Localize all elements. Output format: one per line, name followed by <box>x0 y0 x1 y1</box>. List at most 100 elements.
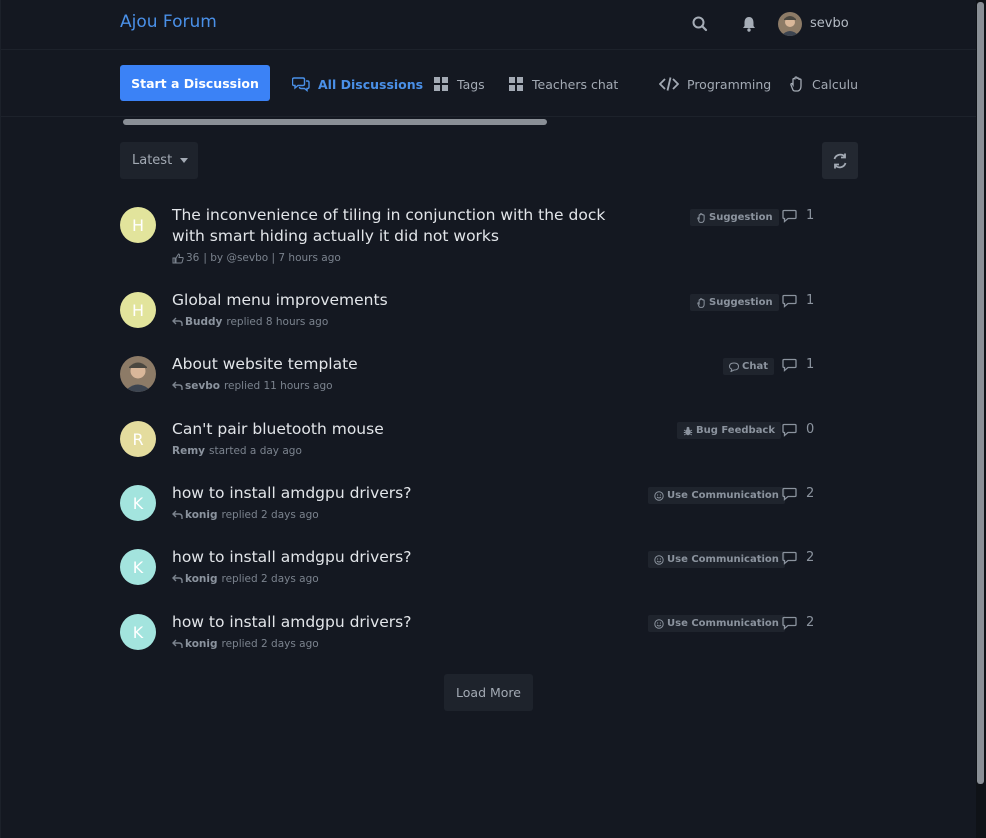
reply-count: 2 <box>782 486 814 501</box>
load-more-button[interactable]: Load More <box>444 674 533 711</box>
tag-badge[interactable]: Bug Feedback <box>677 422 782 439</box>
avatar-photo <box>120 356 156 392</box>
tag-label: Use Communication <box>667 554 779 565</box>
reply-count-value: 2 <box>806 486 815 501</box>
reply-count-value: 2 <box>806 550 815 565</box>
avatar[interactable]: K <box>120 614 156 650</box>
reply-count-value: 2 <box>806 615 815 630</box>
thumbs-up-icon <box>172 252 184 263</box>
reply-icon <box>172 639 183 648</box>
comment-icon <box>782 294 797 308</box>
meta-text: started a day ago <box>209 445 302 457</box>
discussion-meta: Remy started a day ago <box>172 445 302 457</box>
username-label[interactable]: sevbo <box>810 16 849 31</box>
discussion-row[interactable]: H The inconvenience of tiling in conjunc… <box>120 204 820 268</box>
vertical-scrollbar[interactable] <box>977 2 984 784</box>
nav-overflow-area: Programming Calculus <box>641 50 858 117</box>
discussion-title[interactable]: how to install amdgpu drivers? <box>172 483 632 504</box>
nav-item-programming[interactable]: Programming <box>659 74 771 94</box>
smile-icon <box>654 618 664 629</box>
discussion-row[interactable]: K how to install amdgpu drivers? konig r… <box>120 611 820 655</box>
discussion-title[interactable]: Global menu improvements <box>172 290 632 311</box>
discussion-title[interactable]: About website template <box>172 354 632 375</box>
nav-label-all-discussions: All Discussions <box>318 76 424 92</box>
smile-icon <box>654 554 664 565</box>
reply-count: 2 <box>782 550 814 565</box>
comment-icon <box>782 209 797 223</box>
meta-text: replied 2 days ago <box>221 573 319 585</box>
meta-text: replied 2 days ago <box>221 638 319 650</box>
discussion-title[interactable]: The inconvenience of tiling in conjuncti… <box>172 205 632 247</box>
tag-label: Use Communication <box>667 618 779 629</box>
avatar[interactable]: K <box>120 549 156 585</box>
nav-item-calculus[interactable]: Calculus <box>788 74 858 94</box>
reply-count: 1 <box>782 208 814 223</box>
caret-down-icon <box>180 158 189 163</box>
tag-badge[interactable]: Suggestion <box>690 294 779 311</box>
meta-text: replied 11 hours ago <box>223 380 333 392</box>
forum-brand[interactable]: Ajou Forum <box>120 12 217 32</box>
refresh-icon <box>833 153 847 168</box>
avatar[interactable]: H <box>120 207 156 243</box>
meta-user[interactable]: konig <box>185 509 218 521</box>
avatar[interactable]: K <box>120 485 156 521</box>
bell-icon[interactable] <box>740 15 758 33</box>
reply-count-value: 1 <box>806 208 815 223</box>
sort-dropdown[interactable]: Latest <box>120 142 198 179</box>
smile-icon <box>654 490 664 501</box>
comment-icon <box>782 551 797 565</box>
discussion-title[interactable]: how to install amdgpu drivers? <box>172 612 632 633</box>
nav-bar: Start a Discussion All Discussions Tags … <box>1 50 977 117</box>
avatar[interactable] <box>120 356 156 392</box>
nav-item-teachers-chat[interactable]: Teachers chat <box>508 74 618 94</box>
reply-icon <box>172 381 183 390</box>
reply-count: 1 <box>782 293 814 308</box>
discussion-row[interactable]: K how to install amdgpu drivers? konig r… <box>120 546 820 590</box>
meta-text: | by @sevbo | 7 hours ago <box>203 252 341 264</box>
meta-user[interactable]: sevbo <box>185 380 220 392</box>
discussion-row[interactable]: H Global menu improvements Buddy replied… <box>120 289 820 333</box>
nav-label-tags: Tags <box>457 76 485 92</box>
tag-label: Bug Feedback <box>696 425 776 436</box>
reply-count-value: 0 <box>806 422 815 437</box>
discussion-row[interactable]: K how to install amdgpu drivers? konig r… <box>120 482 820 526</box>
tag-badge[interactable]: Use Communication <box>648 487 785 504</box>
user-avatar[interactable] <box>778 12 802 36</box>
nav-horizontal-scrollbar[interactable] <box>123 119 547 125</box>
nav-item-tags[interactable]: Tags <box>433 74 485 94</box>
hand-icon <box>697 297 705 308</box>
discussion-row[interactable]: About website template sevbo replied 11 … <box>120 353 820 397</box>
reply-count-value: 1 <box>806 293 815 308</box>
tag-badge[interactable]: Suggestion <box>690 209 779 226</box>
tag-badge[interactable]: Use Communication <box>648 551 785 568</box>
tag-badge[interactable]: Chat <box>723 358 774 375</box>
discussion-title[interactable]: Can't pair bluetooth mouse <box>172 419 632 440</box>
nav-label-calculus: Calculus <box>812 76 858 92</box>
discussion-meta: konig replied 2 days ago <box>172 509 319 521</box>
comments-icon <box>292 77 310 92</box>
likes-count: 36 <box>186 252 200 264</box>
nav-label-teachers-chat: Teachers chat <box>532 76 619 92</box>
tag-label: Use Communication <box>667 490 779 501</box>
refresh-button[interactable] <box>822 142 858 179</box>
search-icon[interactable] <box>691 15 709 33</box>
nav-item-all-discussions[interactable]: All Discussions <box>292 74 423 94</box>
reply-count: 1 <box>782 357 814 372</box>
tag-badge[interactable]: Use Communication <box>648 615 785 632</box>
meta-user[interactable]: konig <box>185 638 218 650</box>
discussion-row[interactable]: R Can't pair bluetooth mouse Remy starte… <box>120 418 820 462</box>
meta-text: replied 2 days ago <box>221 509 319 521</box>
bug-icon <box>683 426 693 435</box>
meta-user[interactable]: Remy <box>172 445 205 457</box>
hand-icon <box>697 212 705 223</box>
start-discussion-button[interactable]: Start a Discussion <box>120 65 270 101</box>
avatar[interactable]: R <box>120 421 156 457</box>
tag-label: Chat <box>742 361 768 372</box>
discussion-title[interactable]: how to install amdgpu drivers? <box>172 547 632 568</box>
meta-user[interactable]: konig <box>185 573 218 585</box>
avatar[interactable]: H <box>120 292 156 328</box>
comment-icon <box>782 358 797 372</box>
reply-icon <box>172 574 183 583</box>
meta-text: replied 8 hours ago <box>226 316 329 328</box>
meta-user[interactable]: Buddy <box>185 316 222 328</box>
